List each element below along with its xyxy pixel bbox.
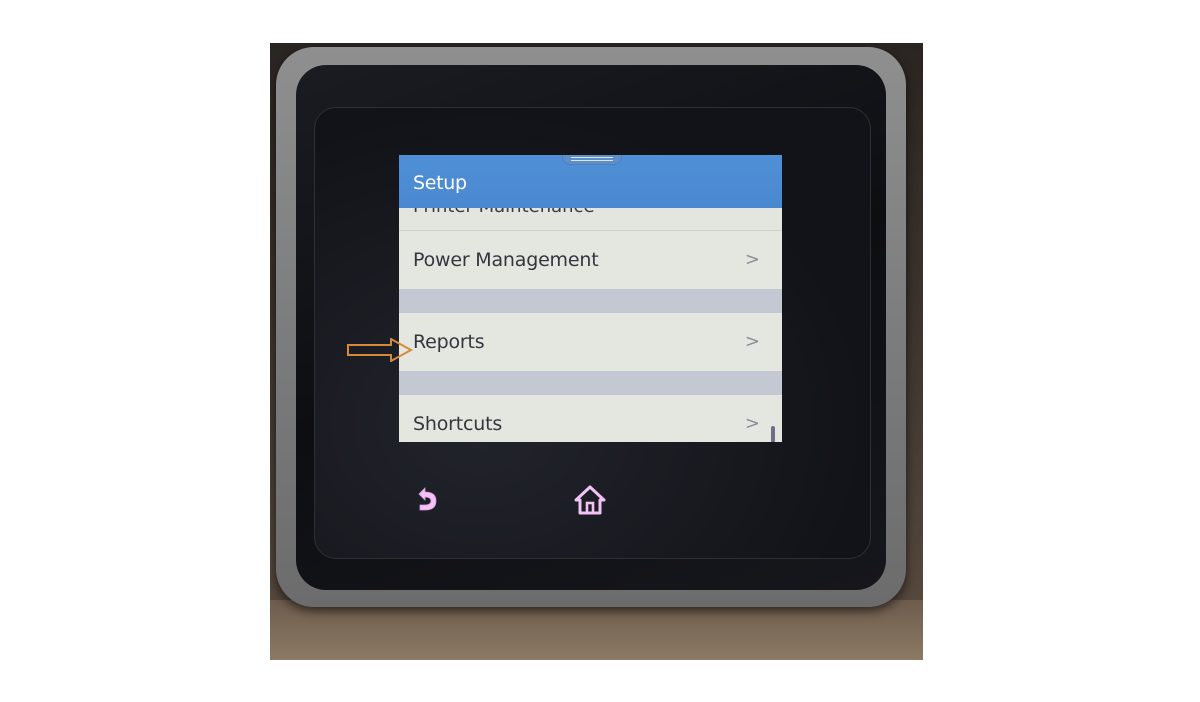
annotation-arrow-icon [347, 338, 413, 362]
chevron-right-icon: > [744, 331, 760, 352]
menu-item-label: Shortcuts [413, 413, 503, 435]
list-separator [399, 371, 782, 395]
menu-item-label: Reports [413, 331, 485, 353]
menu-item-shortcuts[interactable]: Shortcuts > [399, 395, 782, 442]
home-icon [574, 485, 606, 515]
printer-body-base [270, 600, 923, 660]
page-title: Setup [413, 172, 467, 194]
back-button[interactable] [410, 483, 444, 517]
list-item-label: Printer Maintenance [413, 208, 595, 217]
notification-pull-tab[interactable] [562, 155, 622, 165]
menu-item-reports[interactable]: Reports > [399, 313, 782, 371]
menu-item-power-management[interactable]: Power Management > [399, 231, 782, 289]
chevron-right-icon: > [744, 249, 760, 270]
home-button[interactable] [573, 483, 607, 517]
chevron-right-icon: > [744, 413, 760, 434]
menu-item-label: Power Management [413, 249, 599, 271]
back-arrow-icon [418, 487, 437, 511]
scrollbar[interactable] [771, 426, 775, 442]
touch-screen: Setup Printer Maintenance Power Manageme… [399, 155, 782, 442]
list-item-partial[interactable]: Printer Maintenance [399, 208, 782, 231]
setup-menu-list: Printer Maintenance Power Management > R… [399, 208, 782, 442]
list-separator [399, 289, 782, 313]
